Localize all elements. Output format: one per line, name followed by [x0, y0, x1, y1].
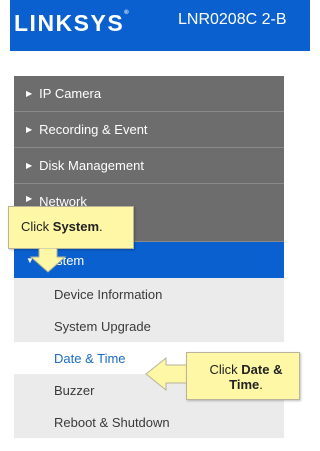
menu-ip-camera[interactable]: ▶ IP Camera	[14, 76, 284, 112]
callout-click-date-time: Click Date & Time.	[186, 352, 300, 400]
menu-disk-management[interactable]: ▶ Disk Management	[14, 148, 284, 184]
callout-text: Click	[21, 219, 53, 234]
submenu-device-information[interactable]: Device Information	[14, 278, 284, 310]
app-header: LINKSYS® LNR0208C 2-B	[10, 0, 310, 51]
triangle-right-icon: ▶	[26, 161, 33, 170]
callout-click-system: Click System.	[8, 206, 134, 249]
callout-text: .	[259, 377, 263, 392]
callout-text: .	[99, 219, 103, 234]
menu-label: IP Camera	[39, 86, 102, 101]
triangle-right-icon: ▶	[26, 194, 33, 203]
callout-strong: System	[52, 219, 100, 234]
triangle-right-icon: ▶	[26, 125, 33, 134]
triangle-right-icon: ▶	[26, 89, 33, 98]
submenu-system-upgrade[interactable]: System Upgrade	[14, 310, 284, 342]
callout-text: Click	[209, 362, 242, 377]
menu-label: Recording & Event	[39, 122, 148, 137]
callout-arrow-left	[145, 356, 189, 392]
submenu-reboot-shutdown[interactable]: Reboot & Shutdown	[14, 406, 284, 438]
linksys-logo: LINKSYS®	[14, 10, 129, 36]
callout-arrow-down	[29, 248, 67, 273]
menu-label: Disk Management	[39, 158, 144, 173]
device-model: LNR0208C 2-B	[178, 11, 287, 28]
menu-recording-event[interactable]: ▶ Recording & Event	[14, 112, 284, 148]
